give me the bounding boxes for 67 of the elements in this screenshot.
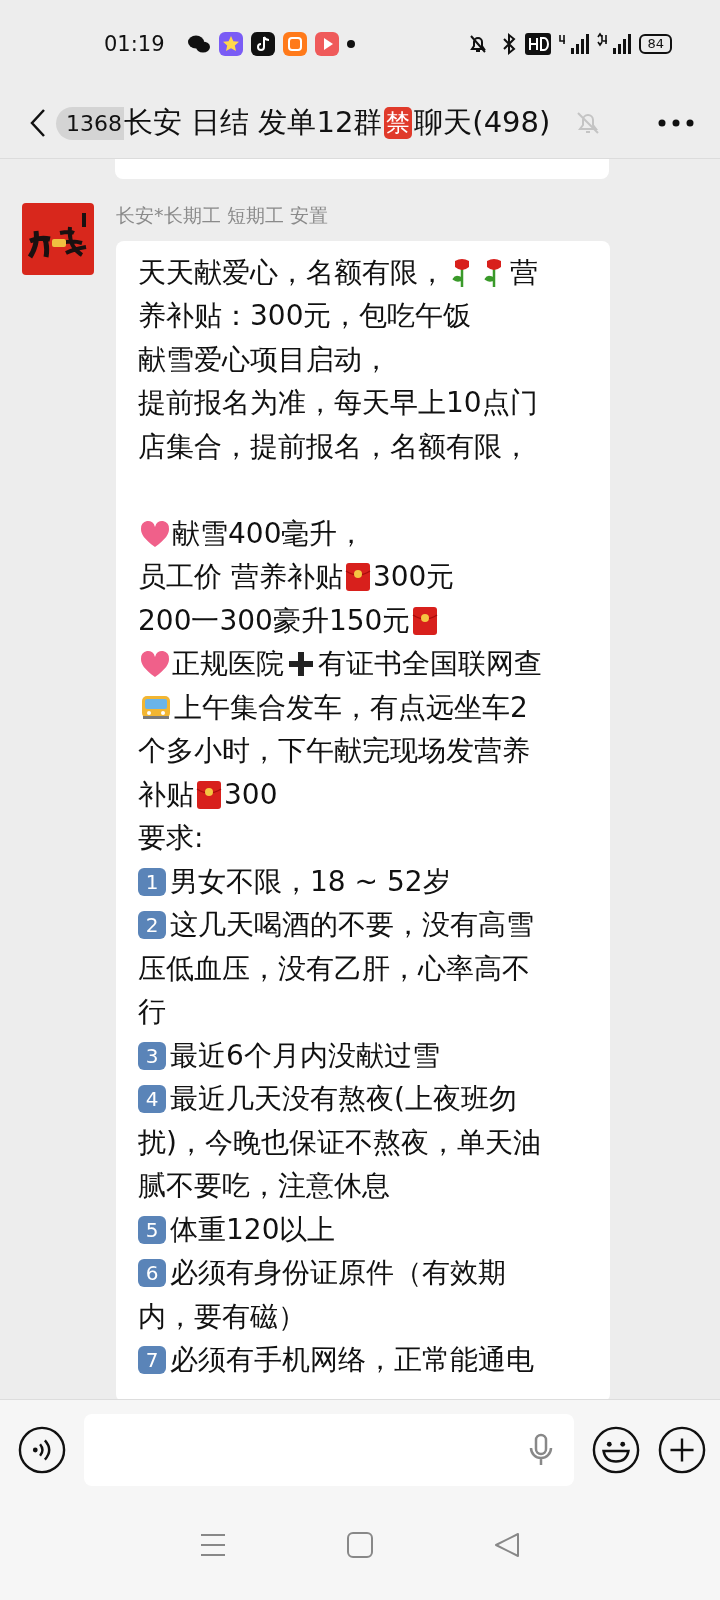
message-text: 献雪400毫升， bbox=[172, 515, 366, 552]
message-text: 必须有身份证原件（有效期 bbox=[170, 1255, 506, 1292]
hd-icon bbox=[525, 33, 552, 55]
message-text: 300 bbox=[224, 778, 278, 812]
voice-icon[interactable] bbox=[18, 1426, 66, 1474]
unread-count: 1368 bbox=[56, 106, 124, 140]
signal-icon bbox=[559, 32, 590, 56]
number-badge: 5 bbox=[138, 1215, 166, 1244]
message-text: 扰)，今晚也保证不熬夜，单天油 bbox=[138, 1124, 541, 1161]
dot-icon bbox=[346, 40, 355, 48]
bluetooth-icon bbox=[501, 32, 518, 56]
sender-name: 长安*长期工 短期工 安置 bbox=[116, 203, 328, 228]
message-text: 提前报名为准，每天早上10点门 bbox=[138, 385, 538, 422]
message-text: 200一300豪升150元 bbox=[138, 602, 411, 639]
envelope-icon bbox=[344, 562, 371, 593]
message-text: 最近几天没有熬夜(上夜班勿 bbox=[170, 1081, 517, 1118]
message-text: 要求: bbox=[138, 820, 204, 857]
envelope-icon bbox=[412, 605, 439, 636]
chat-title: 聊天(498) bbox=[414, 104, 551, 141]
more-icon[interactable] bbox=[658, 119, 694, 127]
number-badge: 1 bbox=[138, 867, 166, 896]
chat-title: 长安 日结 发单12群 bbox=[124, 104, 383, 141]
heart-icon bbox=[140, 650, 170, 679]
message-text: 这几天喝酒的不要，没有高雪 bbox=[170, 907, 534, 944]
message-text: 天天献爱心，名额有限， bbox=[138, 254, 446, 291]
add-icon[interactable] bbox=[658, 1426, 706, 1474]
message-text: 个多小时，下午献完现场发营养 bbox=[138, 733, 530, 770]
message-text: 体重120以上 bbox=[170, 1211, 336, 1248]
message-text: 300元 bbox=[372, 559, 455, 596]
emoji-icon[interactable] bbox=[592, 1426, 640, 1474]
message-text: 必须有手机网络，正常能通电 bbox=[170, 1342, 534, 1379]
message-text: 正规医院 bbox=[172, 646, 284, 683]
message-text: 补贴 bbox=[138, 776, 194, 813]
microphone-icon[interactable] bbox=[528, 1433, 554, 1467]
message-text: 压低血压，没有乙肝，心率高不 bbox=[138, 950, 530, 987]
number-badge: 2 bbox=[138, 911, 166, 940]
envelope-icon bbox=[196, 779, 222, 810]
play-app-icon bbox=[314, 32, 339, 56]
message-text: 养补贴：300元，包吃午饭 bbox=[138, 298, 472, 335]
number-badge: 7 bbox=[138, 1346, 166, 1375]
message-text: 有证书全国联网查 bbox=[318, 646, 542, 683]
back-nav-icon[interactable] bbox=[493, 1532, 520, 1558]
note-app-icon bbox=[250, 32, 275, 56]
number-badge: 4 bbox=[138, 1085, 166, 1114]
heart-icon bbox=[140, 519, 170, 548]
battery-indicator: 84 bbox=[639, 34, 672, 54]
star-app-icon bbox=[218, 32, 243, 56]
message-text: 员工价 营养补贴 bbox=[138, 559, 343, 596]
message-text: 男女不限，18 ~ 52岁 bbox=[170, 863, 451, 900]
message-text: 内，要有磁） bbox=[138, 1298, 306, 1335]
message-text: 最近6个月内没献过雪 bbox=[170, 1037, 440, 1074]
menu-icon[interactable] bbox=[200, 1533, 227, 1557]
message-text: 行 bbox=[138, 994, 166, 1031]
message-text: 上午集合发车，有点远坐车2 bbox=[174, 689, 528, 726]
back-icon[interactable] bbox=[30, 108, 46, 138]
message-input-field[interactable] bbox=[84, 1414, 574, 1486]
home-icon[interactable] bbox=[347, 1532, 373, 1558]
message-text: 腻不要吃，注意休息 bbox=[138, 1168, 390, 1205]
message-text: 献雪爱心项目启动， bbox=[138, 341, 390, 378]
number-badge: 6 bbox=[138, 1259, 166, 1288]
prohibited-tag: 禁 bbox=[384, 107, 413, 139]
number-badge: 3 bbox=[138, 1041, 166, 1070]
clock-time: 01:19 bbox=[104, 32, 165, 56]
video-app-icon bbox=[282, 32, 307, 56]
signal-icon bbox=[597, 32, 632, 56]
message-text: 营 bbox=[510, 254, 538, 291]
message-text: 店集合，提前报名，名额有限， bbox=[138, 428, 530, 465]
